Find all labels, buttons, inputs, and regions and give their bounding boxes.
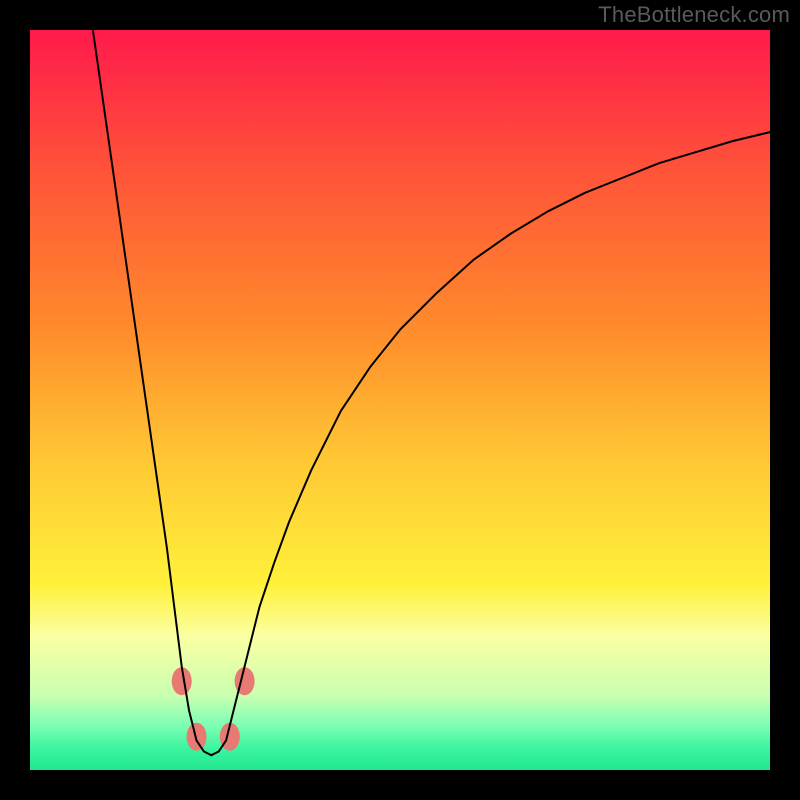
watermark-text: TheBottleneck.com xyxy=(598,2,790,28)
gradient-background xyxy=(30,30,770,770)
plot-svg xyxy=(30,30,770,770)
chart-stage: TheBottleneck.com xyxy=(0,0,800,800)
plot-area xyxy=(30,30,770,770)
